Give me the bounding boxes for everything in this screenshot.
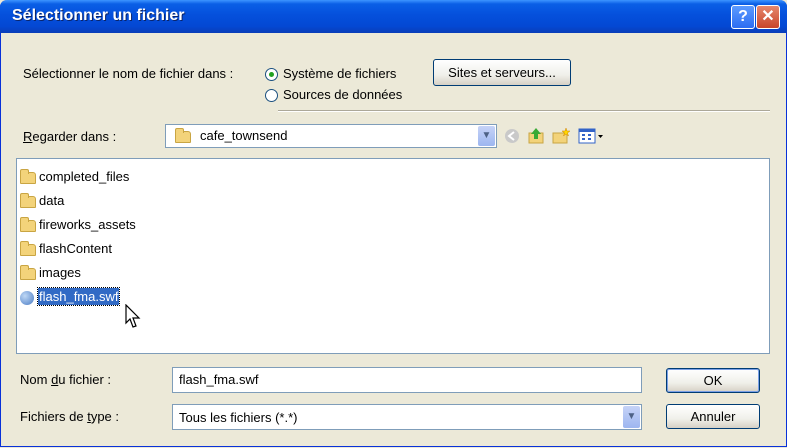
list-item[interactable]: fireworks_assets [20, 215, 136, 235]
list-item[interactable]: images [20, 263, 81, 283]
new-folder-icon[interactable] [552, 127, 570, 145]
file-name: flash_fma.swf [36, 287, 121, 306]
up-folder-icon[interactable] [527, 127, 545, 145]
folder-icon [20, 240, 36, 256]
radio-filesystem-label[interactable]: Système de fichiers [283, 66, 396, 81]
filename-label: Nom du fichier : [20, 372, 112, 387]
file-list[interactable]: completed_files data fireworks_assets fl… [16, 158, 770, 354]
view-menu-icon[interactable] [578, 127, 606, 145]
file-name: fireworks_assets [39, 217, 136, 232]
source-label: Sélectionner le nom de fichier dans : [23, 66, 234, 81]
folder-icon [20, 216, 36, 232]
folder-icon [20, 264, 36, 280]
file-name: data [39, 193, 65, 208]
file-name: completed_files [39, 169, 130, 184]
close-button[interactable]: ✕ [756, 5, 780, 29]
file-name: images [39, 265, 81, 280]
radio-datasources-label[interactable]: Sources de données [283, 87, 402, 102]
filetype-select[interactable]: Tous les fichiers (*.*) ▼ [172, 404, 642, 430]
lookin-select[interactable]: cafe_townsend ▼ [165, 124, 497, 148]
folder-icon [20, 168, 36, 184]
separator [278, 110, 770, 112]
mouse-cursor-icon [125, 304, 141, 328]
file-name: flashContent [39, 241, 112, 256]
window-title: Sélectionner un fichier [12, 7, 185, 24]
back-icon[interactable] [503, 127, 521, 145]
filetype-label: Fichiers de type : [20, 409, 120, 424]
list-item-selected[interactable]: flash_fma.swf [20, 287, 121, 307]
radio-datasources[interactable] [265, 89, 278, 102]
folder-icon [20, 192, 36, 208]
cancel-button[interactable]: Annuler [666, 404, 760, 429]
list-item[interactable]: flashContent [20, 239, 112, 259]
filetype-value: Tous les fichiers (*.*) [179, 410, 298, 425]
list-item[interactable]: completed_files [20, 167, 129, 187]
filename-input[interactable]: flash_fma.swf [172, 367, 642, 393]
sites-servers-button[interactable]: Sites et serveurs... [433, 59, 571, 86]
ok-button[interactable]: OK [666, 368, 760, 393]
lookin-label: Regarder dans : [23, 129, 117, 144]
swf-file-icon [20, 290, 34, 305]
list-item[interactable]: data [20, 191, 64, 211]
help-button[interactable]: ? [731, 5, 755, 29]
chevron-down-icon[interactable]: ▼ [478, 126, 495, 146]
chevron-down-icon[interactable]: ▼ [623, 406, 640, 428]
folder-icon [175, 128, 191, 143]
radio-filesystem[interactable] [265, 68, 278, 81]
lookin-value: cafe_townsend [200, 128, 288, 143]
title-bar[interactable]: Sélectionner un fichier ? ✕ [0, 0, 787, 33]
